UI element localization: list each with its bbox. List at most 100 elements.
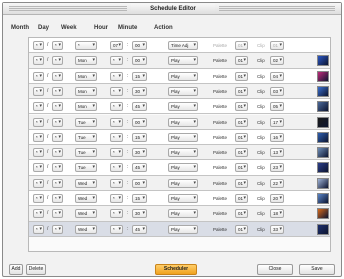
action-select[interactable]: Play [168, 102, 198, 112]
month-select[interactable]: * [33, 178, 44, 188]
week-select[interactable]: * [75, 41, 97, 50]
month-select[interactable]: * [33, 56, 44, 66]
action-select[interactable]: Play [168, 209, 198, 219]
minute-select[interactable]: 45 [132, 163, 147, 173]
action-select[interactable]: Play [168, 117, 198, 127]
table-row[interactable]: */**07:00Time AdjPalette01Clip01 [29, 38, 330, 54]
action-select[interactable]: Play [168, 224, 198, 234]
action-select[interactable]: Time Adj [168, 41, 198, 50]
hour-select[interactable]: * [110, 163, 123, 173]
week-select[interactable]: Mon [75, 102, 97, 112]
minute-select[interactable]: 30 [132, 209, 147, 219]
schedule-table[interactable]: */**07:00Time AdjPalette01Clip01*/*Mon*:… [28, 37, 331, 252]
table-row[interactable]: */*Tue*:45PlayPalette01Clip23 [29, 160, 330, 176]
week-select[interactable]: Tue [75, 148, 97, 158]
minute-select[interactable]: 45 [132, 224, 147, 234]
action-select[interactable]: Play [168, 178, 198, 188]
minute-select[interactable]: 15 [132, 71, 147, 81]
clip-select[interactable]: 13 [270, 148, 284, 158]
action-select[interactable]: Play [168, 132, 198, 142]
hour-select[interactable]: * [110, 178, 123, 188]
week-select[interactable]: Mon [75, 86, 97, 96]
table-row[interactable]: */*Mon*:45PlayPalette01Clip05 [29, 99, 330, 115]
palette-select[interactable]: 01 [235, 56, 248, 66]
month-select[interactable]: * [33, 86, 44, 96]
save-button[interactable]: Save [299, 264, 335, 275]
table-row[interactable]: */*Tue*:30PlayPalette01Clip13 [29, 145, 330, 161]
day-select[interactable]: * [52, 56, 63, 66]
close-button[interactable]: Close [257, 264, 293, 275]
table-row[interactable]: */*Wed*:45PlayPalette01Clip33 [29, 221, 330, 237]
table-row[interactable]: */*Tue*:15PlayPalette01Clip16 [29, 129, 330, 146]
action-select[interactable]: Play [168, 71, 198, 81]
action-select[interactable]: Play [168, 163, 198, 173]
month-select[interactable]: * [33, 41, 44, 50]
week-select[interactable]: Mon [75, 56, 97, 66]
day-select[interactable]: * [52, 102, 63, 112]
action-select[interactable]: Play [168, 56, 198, 66]
table-row[interactable]: */*Wed*:15PlayPalette01Clip20 [29, 191, 330, 207]
palette-select[interactable]: 01 [235, 41, 248, 50]
hour-select[interactable]: * [110, 117, 123, 127]
week-select[interactable]: Tue [75, 117, 97, 127]
clip-select[interactable]: 03 [270, 86, 284, 96]
month-select[interactable]: * [33, 71, 44, 81]
day-select[interactable]: * [52, 148, 63, 158]
week-select[interactable]: Mon [75, 71, 97, 81]
minute-select[interactable]: 00 [132, 41, 147, 50]
palette-select[interactable]: 01 [235, 71, 248, 81]
month-select[interactable]: * [33, 224, 44, 234]
palette-select[interactable]: 01 [235, 178, 248, 188]
month-select[interactable]: * [33, 194, 44, 203]
hour-select[interactable]: * [110, 148, 123, 158]
table-row[interactable]: */*Wed*:30PlayPalette01Clip18 [29, 206, 330, 222]
action-select[interactable]: Play [168, 148, 198, 158]
week-select[interactable]: Tue [75, 132, 97, 142]
month-select[interactable]: * [33, 209, 44, 219]
hour-select[interactable]: * [110, 132, 123, 142]
hour-select[interactable]: * [110, 56, 123, 66]
minute-select[interactable]: 30 [132, 86, 147, 96]
day-select[interactable]: * [52, 194, 63, 203]
action-select[interactable]: Play [168, 194, 198, 203]
minute-select[interactable]: 00 [132, 117, 147, 127]
minute-select[interactable]: 30 [132, 148, 147, 158]
hour-select[interactable]: * [110, 209, 123, 219]
clip-select[interactable]: 22 [270, 178, 284, 188]
palette-select[interactable]: 01 [235, 148, 248, 158]
palette-select[interactable]: 01 [235, 86, 248, 96]
palette-select[interactable]: 01 [235, 102, 248, 112]
palette-select[interactable]: 01 [235, 117, 248, 127]
minute-select[interactable]: 15 [132, 194, 147, 203]
clip-select[interactable]: 33 [270, 224, 284, 234]
hour-select[interactable]: * [110, 194, 123, 203]
table-row[interactable]: */*Mon*:00PlayPalette01Clip02 [29, 53, 330, 69]
minute-select[interactable]: 15 [132, 132, 147, 142]
clip-select[interactable]: 17 [270, 117, 284, 127]
day-select[interactable]: * [52, 117, 63, 127]
week-select[interactable]: Tue [75, 163, 97, 173]
palette-select[interactable]: 01 [235, 163, 248, 173]
hour-select[interactable]: 07 [110, 41, 123, 50]
week-select[interactable]: Wed [75, 194, 97, 203]
day-select[interactable]: * [52, 71, 63, 81]
month-select[interactable]: * [33, 163, 44, 173]
clip-select[interactable]: 16 [270, 132, 284, 142]
minute-select[interactable]: 00 [132, 178, 147, 188]
clip-select[interactable]: 02 [270, 56, 284, 66]
hour-select[interactable]: * [110, 71, 123, 81]
table-row[interactable]: */*Mon*:15PlayPalette01Clip04 [29, 68, 330, 84]
clip-select[interactable]: 05 [270, 102, 284, 112]
week-select[interactable]: Wed [75, 224, 97, 234]
add-button[interactable]: Add [9, 264, 23, 275]
month-select[interactable]: * [33, 148, 44, 158]
week-select[interactable]: Wed [75, 178, 97, 188]
day-select[interactable]: * [52, 163, 63, 173]
minute-select[interactable]: 00 [132, 56, 147, 66]
palette-select[interactable]: 01 [235, 209, 248, 219]
day-select[interactable]: * [52, 178, 63, 188]
delete-button[interactable]: Delete [26, 264, 46, 275]
hour-select[interactable]: * [110, 224, 123, 234]
palette-select[interactable]: 01 [235, 194, 248, 203]
palette-select[interactable]: 01 [235, 224, 248, 234]
